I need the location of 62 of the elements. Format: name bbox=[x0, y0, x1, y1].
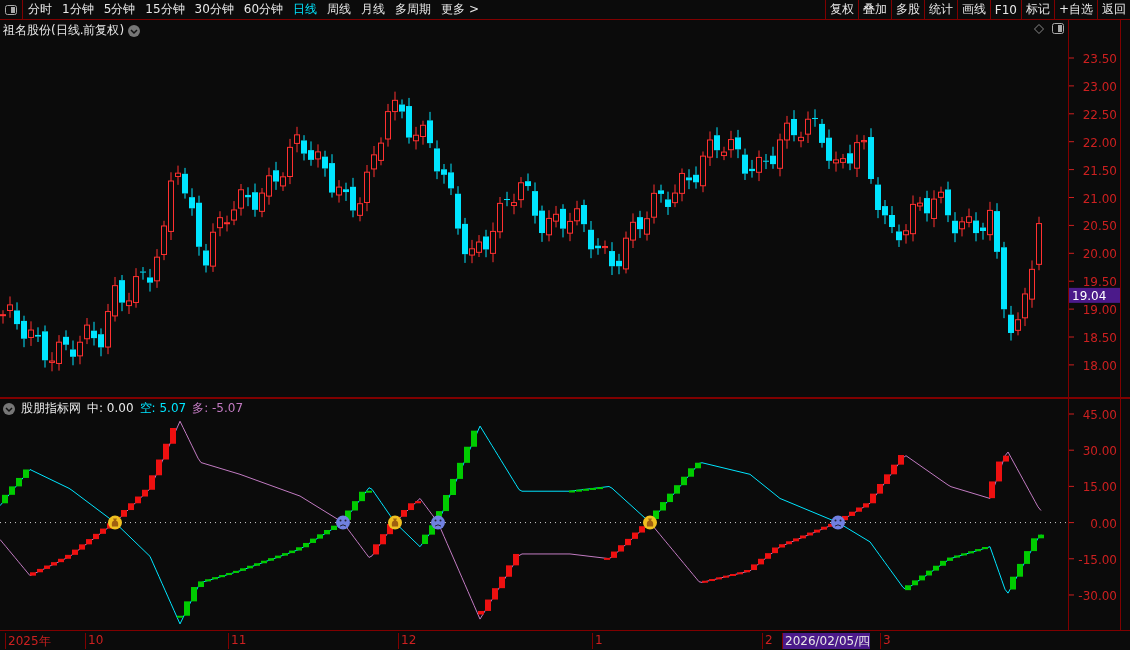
price-label: 20.50 bbox=[1082, 219, 1117, 234]
indicator-name: 股朋指标网 bbox=[21, 400, 81, 417]
date-label: 10 bbox=[85, 633, 104, 649]
date-label: 2 bbox=[762, 633, 773, 649]
indicator-axis-label: 30.00 bbox=[1082, 444, 1117, 459]
period-tab[interactable]: 1分钟 bbox=[57, 0, 99, 19]
panel-toggle-icon[interactable] bbox=[1052, 23, 1064, 34]
indicator-reading: 空: 5.07 bbox=[139, 400, 187, 417]
period-tab[interactable]: 多周期 bbox=[390, 0, 437, 19]
date-label: 11 bbox=[228, 633, 247, 649]
dropdown-icon[interactable] bbox=[3, 402, 15, 415]
toolbar-button[interactable]: 统计 bbox=[923, 0, 957, 19]
money-bag-icon bbox=[643, 515, 657, 530]
price-label: 18.50 bbox=[1082, 331, 1117, 345]
indicator-reading: 多: -5.07 bbox=[192, 400, 244, 417]
panel-toggle-icon[interactable] bbox=[5, 4, 17, 15]
toolbar-button[interactable]: F10 bbox=[989, 0, 1021, 19]
date-label: 3 bbox=[880, 633, 891, 649]
toolbar-button[interactable]: 多股 bbox=[890, 0, 924, 19]
price-label: 22.00 bbox=[1082, 135, 1117, 150]
price-label: 18.00 bbox=[1082, 358, 1117, 373]
price-label: 23.00 bbox=[1082, 79, 1117, 94]
period-tab[interactable]: 15分钟 bbox=[140, 0, 190, 19]
price-label: 21.50 bbox=[1082, 163, 1117, 178]
money-bag-icon bbox=[108, 515, 122, 530]
face-icon bbox=[831, 515, 845, 530]
period-tab[interactable]: 60分钟 bbox=[238, 0, 289, 19]
money-bag-icon bbox=[388, 515, 402, 530]
price-label: 19.00 bbox=[1082, 303, 1117, 318]
price-label: 23.50 bbox=[1082, 52, 1117, 66]
indicator-axis-label: 0.00 bbox=[1090, 516, 1117, 531]
toolbar-button[interactable]: 叠加 bbox=[857, 0, 891, 19]
period-tab[interactable]: 更多 > bbox=[436, 0, 484, 19]
toolbar-button[interactable]: +自选 bbox=[1053, 0, 1097, 19]
toolbar-button[interactable]: 标记 bbox=[1020, 0, 1054, 19]
face-icon bbox=[431, 515, 445, 530]
toolbar-button[interactable]: 复权 bbox=[824, 0, 858, 19]
price-label: 22.50 bbox=[1082, 107, 1117, 122]
date-label: 1 bbox=[592, 633, 603, 649]
last-price-tag: 19.04 bbox=[1069, 287, 1120, 303]
indicator-reading: 中: 0.00 bbox=[87, 400, 134, 417]
toolbar-button[interactable]: 返回 bbox=[1097, 0, 1130, 19]
price-label: 20.00 bbox=[1082, 247, 1117, 262]
period-tab[interactable]: 日线 bbox=[288, 0, 323, 19]
date-label: 12 bbox=[398, 633, 417, 649]
indicator-axis-label: 45.00 bbox=[1082, 408, 1117, 422]
price-label: 19.50 bbox=[1082, 275, 1117, 290]
indicator-axis-label: -15.00 bbox=[1078, 552, 1117, 567]
toolbar-button[interactable]: 画线 bbox=[956, 0, 990, 19]
period-tab[interactable]: 周线 bbox=[322, 0, 357, 19]
period-tab[interactable]: 5分钟 bbox=[98, 0, 141, 19]
period-tab[interactable]: 月线 bbox=[356, 0, 391, 19]
dropdown-icon[interactable] bbox=[128, 24, 141, 37]
indicator-axis-label: 15.00 bbox=[1082, 480, 1117, 495]
price-label: 21.00 bbox=[1082, 191, 1117, 206]
date-label: 2026/02/05/四 bbox=[782, 633, 871, 649]
period-tab[interactable]: 30分钟 bbox=[189, 0, 239, 19]
chart-title: 祖名股份(日线.前复权) bbox=[3, 22, 125, 39]
date-label: 2025年 bbox=[5, 633, 51, 649]
face-icon bbox=[336, 515, 350, 530]
period-tab[interactable]: 分时 bbox=[23, 0, 57, 19]
indicator-axis-label: -30.00 bbox=[1078, 588, 1117, 603]
